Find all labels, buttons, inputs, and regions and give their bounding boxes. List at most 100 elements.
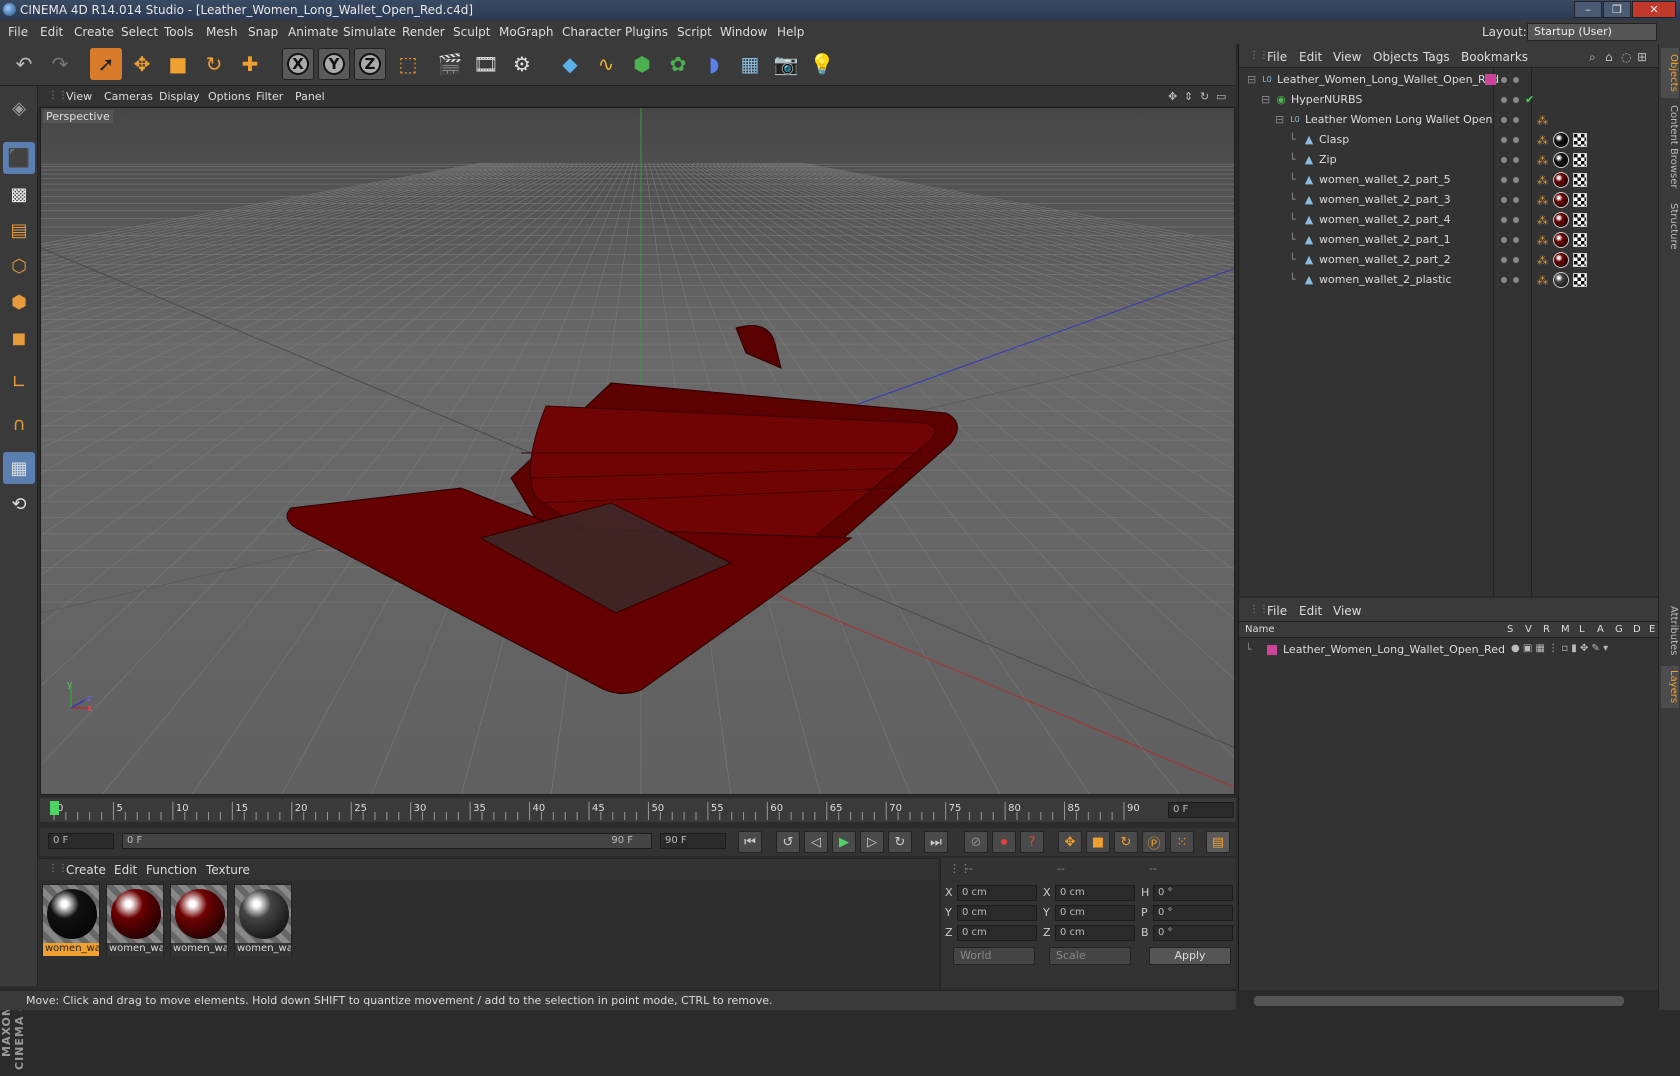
layer-col-animation[interactable]: A (1597, 624, 1604, 635)
tab-content-browser[interactable]: Content Browser (1661, 102, 1679, 192)
material-swatch[interactable]: women_wa (42, 884, 100, 956)
visibility-render-dot-icon[interactable] (1513, 217, 1519, 223)
object-name[interactable]: Leather Women Long Wallet Open (1305, 113, 1493, 126)
material-tag-icon[interactable] (1553, 172, 1569, 188)
expand-toggle-icon[interactable]: ⊟ (1275, 113, 1284, 126)
grid-snap-icon[interactable]: ▦ (3, 452, 35, 484)
expand-toggle-icon[interactable]: ⊟ (1261, 93, 1270, 106)
size-y-field[interactable]: 0 cm (1055, 905, 1135, 921)
wallet-model[interactable] (286, 325, 958, 694)
new-window-icon[interactable]: ⊞ (1637, 50, 1647, 64)
object-row[interactable]: └ ▲ Zip ⁂ (1239, 150, 1659, 170)
layer-name[interactable]: Leather_Women_Long_Wallet_Open_Red (1283, 643, 1505, 656)
viewport-menu-panel[interactable]: Panel (295, 90, 325, 103)
tab-layers[interactable]: Layers (1661, 666, 1679, 708)
layer-col-view[interactable]: V (1525, 624, 1532, 635)
material-tag-icon[interactable] (1553, 272, 1569, 288)
close-button[interactable]: ✕ (1632, 1, 1676, 18)
menu-mograph[interactable]: MoGraph (499, 25, 554, 39)
y-axis-icon[interactable]: Y (318, 48, 350, 80)
locked-workplane-icon[interactable]: ⟲ (3, 488, 35, 520)
phong-tag-icon[interactable]: ⁂ (1537, 174, 1549, 187)
objects-menu-view[interactable]: View (1333, 50, 1361, 64)
search-icon[interactable]: ⌕ (1589, 50, 1596, 65)
visibility-render-dot-icon[interactable] (1513, 117, 1519, 123)
visibility-render-dot-icon[interactable] (1513, 277, 1519, 283)
visibility-render-dot-icon[interactable] (1513, 157, 1519, 163)
object-name[interactable]: women_wallet_2_part_3 (1319, 193, 1451, 206)
camera-icon[interactable]: 📷 (770, 48, 802, 80)
cube-object-icon[interactable]: ◆ (554, 48, 586, 80)
texture-tag-icon[interactable] (1573, 173, 1587, 187)
apply-button[interactable]: Apply (1149, 947, 1231, 965)
material-menu-create[interactable]: Create (66, 863, 106, 877)
texture-tag-icon[interactable] (1573, 273, 1587, 287)
menu-mesh[interactable]: Mesh (206, 25, 238, 39)
layer-color-swatch[interactable] (1267, 645, 1277, 655)
layer-color-icon[interactable] (1485, 74, 1496, 85)
layout-select[interactable]: Startup (User) (1527, 23, 1657, 41)
visibility-editor-dot-icon[interactable] (1501, 157, 1507, 163)
material-tag-icon[interactable] (1553, 132, 1569, 148)
object-row[interactable]: └ ▲ women_wallet_2_plastic ⁂ (1239, 270, 1659, 290)
visibility-render-dot-icon[interactable] (1513, 177, 1519, 183)
menu-script[interactable]: Script (677, 25, 712, 39)
light-icon[interactable]: 💡 (806, 48, 838, 80)
previous-key-icon[interactable]: ↺ (776, 831, 800, 853)
visibility-editor-dot-icon[interactable] (1501, 117, 1507, 123)
visibility-editor-dot-icon[interactable] (1501, 217, 1507, 223)
layer-col-generators[interactable]: G (1615, 624, 1623, 635)
phong-tag-icon[interactable]: ⁂ (1537, 274, 1549, 287)
render-settings-icon[interactable]: ⚙ (506, 48, 538, 80)
horizontal-scrollbar[interactable] (1238, 992, 1658, 1010)
visibility-render-dot-icon[interactable] (1513, 197, 1519, 203)
layer-col-name[interactable]: Name (1245, 624, 1275, 635)
object-row[interactable]: └ ▲ Clasp ⁂ (1239, 130, 1659, 150)
menu-file[interactable]: File (8, 25, 28, 39)
phong-tag-icon[interactable]: ⁂ (1537, 154, 1549, 167)
start-frame-field[interactable]: 0 F (48, 833, 114, 849)
spline-icon[interactable]: ∿ (590, 48, 622, 80)
material-menu-texture[interactable]: Texture (206, 863, 250, 877)
material-swatch[interactable]: women_wa (234, 884, 292, 956)
filter-icon[interactable]: ◌ (1621, 50, 1631, 64)
play-icon[interactable]: ▶ (832, 831, 856, 853)
visibility-render-dot-icon[interactable] (1513, 237, 1519, 243)
visibility-render-dot-icon[interactable] (1513, 97, 1519, 103)
visibility-render-dot-icon[interactable] (1513, 257, 1519, 263)
deformer-icon[interactable]: ◗ (698, 48, 730, 80)
workplane-icon[interactable]: ▤ (3, 214, 35, 246)
undo-icon[interactable]: ↶ (8, 48, 40, 80)
texture-tag-icon[interactable] (1573, 233, 1587, 247)
next-key-icon[interactable]: ↻ (888, 831, 912, 853)
visibility-editor-dot-icon[interactable] (1501, 137, 1507, 143)
timeline-playhead[interactable] (50, 801, 59, 815)
array-icon[interactable]: ✿ (662, 48, 694, 80)
pos-z-field[interactable]: 0 cm (957, 925, 1037, 941)
enabled-check-icon[interactable]: ✔ (1525, 93, 1534, 106)
objects-menu-tags[interactable]: Tags (1423, 50, 1450, 64)
tab-objects[interactable]: Objects (1661, 48, 1679, 98)
rot-b-field[interactable]: 0 ° (1153, 925, 1233, 941)
object-name[interactable]: women_wallet_2_part_4 (1319, 213, 1451, 226)
key-scale-icon[interactable]: ■ (1086, 831, 1110, 853)
magnet-icon[interactable]: ∩ (3, 408, 35, 440)
rot-p-field[interactable]: 0 ° (1153, 905, 1233, 921)
render-view-icon[interactable]: 🎬 (434, 48, 466, 80)
phong-tag-icon[interactable]: ⁂ (1537, 214, 1549, 227)
world-select[interactable]: World (953, 947, 1035, 965)
go-to-end-icon[interactable]: ⏭ (924, 831, 948, 853)
add-object-icon[interactable]: ✚ (234, 48, 266, 80)
visibility-render-dot-icon[interactable] (1513, 77, 1519, 83)
menu-tools[interactable]: Tools (164, 25, 194, 39)
key-rotation-icon[interactable]: ↻ (1114, 831, 1138, 853)
menu-snap[interactable]: Snap (248, 25, 278, 39)
viewport-menu-cameras[interactable]: Cameras (104, 90, 153, 103)
pos-x-field[interactable]: 0 cm (957, 885, 1037, 901)
layer-col-solo[interactable]: S (1507, 624, 1513, 635)
points-mode-icon[interactable]: ⬡ (3, 250, 35, 282)
key-pla-icon[interactable]: ⁙ (1170, 831, 1194, 853)
coordinate-system-icon[interactable]: ⬚ (392, 48, 424, 80)
texture-tag-icon[interactable] (1573, 213, 1587, 227)
object-row[interactable]: ⊟ ◉ HyperNURBS ✔ (1239, 90, 1659, 110)
